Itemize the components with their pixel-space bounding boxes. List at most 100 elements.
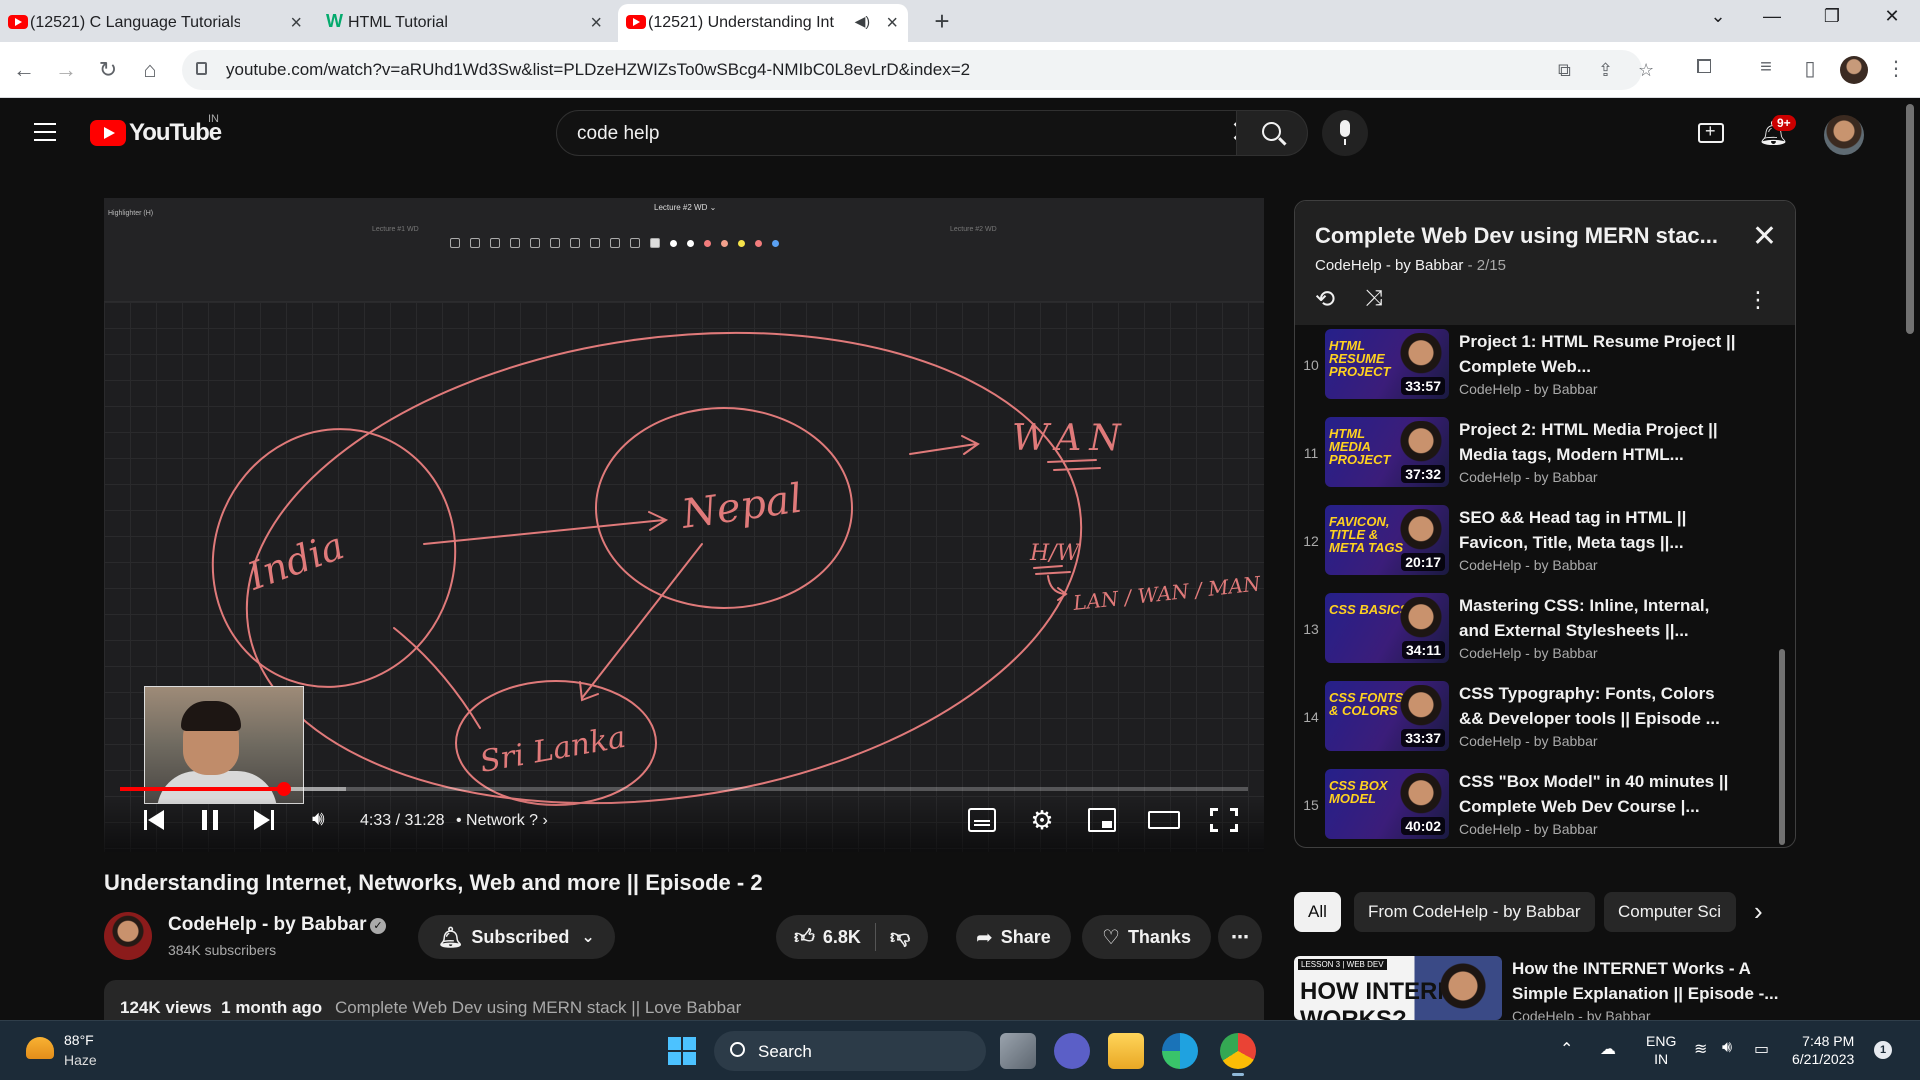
playlist-item[interactable]: 15 CSS BOX MODEL 40:02 CSS "Box Model" i… [1295,767,1785,847]
tab-understanding-internet[interactable]: (12521) Understanding Inte ◀) × [618,4,908,42]
chevron-right-icon[interactable]: › [1754,896,1763,927]
home-icon[interactable]: ⌂ [134,54,166,86]
playlist-title[interactable]: Complete Web Dev using MERN stac... [1315,223,1718,249]
playlist-item[interactable]: 14 CSS FONTS & COLORS 33:37 CSS Typograp… [1295,679,1785,767]
recommended-title[interactable]: How the INTERNET Works - A Simple Explan… [1512,956,1782,1006]
reload-icon[interactable]: ↻ [92,54,124,86]
share-button[interactable]: ➦ Share [956,915,1071,959]
next-icon[interactable] [254,810,276,830]
media-control-icon[interactable]: ≡ [1752,56,1780,79]
pause-icon[interactable] [202,810,220,830]
subscribed-button[interactable]: 🔔︎ Subscribed ⌄ [418,915,615,959]
taskbar-search[interactable]: Search [714,1031,986,1071]
chrome-browser-icon[interactable] [1220,1033,1256,1076]
shuffle-icon[interactable]: ⤨ [1365,285,1383,311]
menu-icon[interactable] [34,123,56,147]
item-title[interactable]: CSS "Box Model" in 40 minutes || Complet… [1459,769,1739,819]
more-actions-button[interactable]: ⋯ [1218,915,1262,959]
file-explorer-icon[interactable] [1108,1033,1144,1069]
search-input[interactable]: code help ✕ [556,110,1268,156]
dislike-icon[interactable]: 👎︎ [890,925,910,949]
chapter-button[interactable]: • Network ? › [456,812,548,830]
voice-search-button[interactable] [1322,110,1368,156]
close-window-button[interactable]: ✕ [1872,6,1912,27]
wifi-icon[interactable]: ≋ [1694,1039,1707,1059]
battery-icon[interactable]: ▭ [1754,1039,1769,1059]
tab-c-language[interactable]: (12521) C Language Tutorials In × [0,4,312,42]
video-thumbnail[interactable]: CSS BASICS 34:11 [1325,593,1449,663]
thanks-button[interactable]: ♡ Thanks [1082,915,1211,959]
close-playlist-icon[interactable]: ✕ [1752,219,1777,254]
bookmark-star-icon[interactable]: ☆ [1638,60,1654,81]
video-player[interactable]: Highlighter (H) Lecture #2 WD ⌄ Lecture … [104,198,1264,852]
speaker-icon[interactable]: 🔊︎ [1722,1039,1732,1057]
new-tab-button[interactable]: + [926,6,958,38]
teams-chat-icon[interactable] [1054,1033,1090,1069]
item-title[interactable]: SEO && Head tag in HTML || Favicon, Titl… [1459,505,1739,555]
language-indicator[interactable]: ENG IN [1646,1032,1676,1068]
item-title[interactable]: Project 2: HTML Media Project || Media t… [1459,417,1739,467]
video-thumbnail[interactable]: HTML MEDIA PROJECT 37:32 [1325,417,1449,487]
tab-close-icon[interactable]: × [290,12,302,35]
subtitles-icon[interactable] [968,808,996,832]
video-thumbnail[interactable]: CSS FONTS & COLORS 33:37 [1325,681,1449,751]
channel-avatar[interactable] [104,912,152,960]
video-thumbnail[interactable]: HTML RESUME PROJECT 33:57 [1325,329,1449,399]
item-title[interactable]: Project 1: HTML Resume Project || Comple… [1459,329,1739,379]
restore-button[interactable]: ❐ [1812,6,1852,27]
tab-search-icon[interactable]: ⌄ [1698,6,1738,27]
progress-scrubber[interactable] [276,782,291,796]
clock[interactable]: 7:48 PM 6/21/2023 [1792,1032,1854,1068]
miniplayer-icon[interactable] [1088,808,1116,832]
minimize-button[interactable]: — [1752,6,1792,27]
item-title[interactable]: CSS Typography: Fonts, Colors && Develop… [1459,681,1739,731]
account-avatar[interactable] [1824,115,1864,155]
like-icon[interactable]: 👍︎ [794,925,815,949]
video-thumbnail[interactable]: FAVICON, TITLE & META TAGS 20:17 [1325,505,1449,575]
playlist-item[interactable]: 10 HTML RESUME PROJECT 33:57 Project 1: … [1295,327,1785,415]
chip-computer-science[interactable]: Computer Sci [1604,892,1736,932]
channel-name[interactable]: CodeHelp - by Babbar [168,914,366,936]
playlist-owner[interactable]: CodeHelp - by Babbar [1315,257,1463,274]
playlist-scrollbar[interactable] [1779,649,1785,845]
share-icon[interactable]: ⇪ [1598,60,1613,81]
playlist-more-icon[interactable]: ⋮ [1747,287,1769,313]
playlist-item[interactable]: 12 FAVICON, TITLE & META TAGS 20:17 SEO … [1295,503,1785,591]
chevron-up-icon[interactable]: ⌃ [1560,1039,1573,1059]
video-thumbnail[interactable]: CSS BOX MODEL 40:02 [1325,769,1449,839]
notification-count[interactable]: 1 [1874,1041,1892,1059]
settings-gear-icon[interactable]: ⚙ [1028,807,1056,833]
youtube-logo[interactable]: YouTube IN [90,113,222,147]
extensions-icon[interactable]: ⧠ [1690,56,1718,79]
chip-from-codehelp[interactable]: From CodeHelp - by Babbar [1354,892,1595,932]
task-view-icon[interactable] [1000,1033,1036,1069]
browser-menu-icon[interactable]: ⋮ [1882,56,1910,81]
windows-start-icon[interactable] [668,1037,696,1065]
playlist-item[interactable]: 11 HTML MEDIA PROJECT 37:32 Project 2: H… [1295,415,1785,503]
playlist-item[interactable]: 13 CSS BASICS 34:11 Mastering CSS: Inlin… [1295,591,1785,679]
volume-icon[interactable]: 🔊︎ [312,808,325,831]
forward-arrow-icon[interactable]: → [50,54,82,86]
chip-all[interactable]: All [1294,892,1341,932]
recommended-thumbnail[interactable]: LESSON 3 | WEB DEV HOW INTERNET WORKS? [1294,956,1502,1020]
playlist-link[interactable]: Complete Web Dev using MERN stack || Lov… [335,998,741,1017]
loop-icon[interactable]: ⟲ [1315,285,1335,314]
browser-profile-avatar[interactable] [1840,56,1868,84]
page-scrollbar[interactable] [1906,104,1914,334]
address-bar[interactable]: youtube.com/watch?v=aRUhd1Wd3Sw&list=PLD… [182,50,1654,90]
theater-mode-icon[interactable] [1148,811,1180,829]
speaker-icon[interactable]: ◀) [855,13,870,30]
open-in-app-icon[interactable]: ⧉ [1558,60,1571,81]
previous-icon[interactable] [144,810,166,830]
weather-haze-icon[interactable] [26,1037,54,1059]
create-video-icon[interactable] [1698,121,1724,143]
temperature[interactable]: 88°F [64,1032,94,1048]
onedrive-icon[interactable]: ☁ [1600,1039,1616,1059]
side-panel-icon[interactable]: ▯ [1796,56,1824,81]
edge-browser-icon[interactable] [1162,1033,1198,1069]
tab-html-tutorial[interactable]: W HTML Tutorial × [318,4,612,42]
search-button[interactable] [1236,110,1308,156]
tab-close-icon[interactable]: × [590,12,602,35]
tab-close-icon[interactable]: × [886,12,898,35]
like-count[interactable]: 6.8K [823,927,861,948]
